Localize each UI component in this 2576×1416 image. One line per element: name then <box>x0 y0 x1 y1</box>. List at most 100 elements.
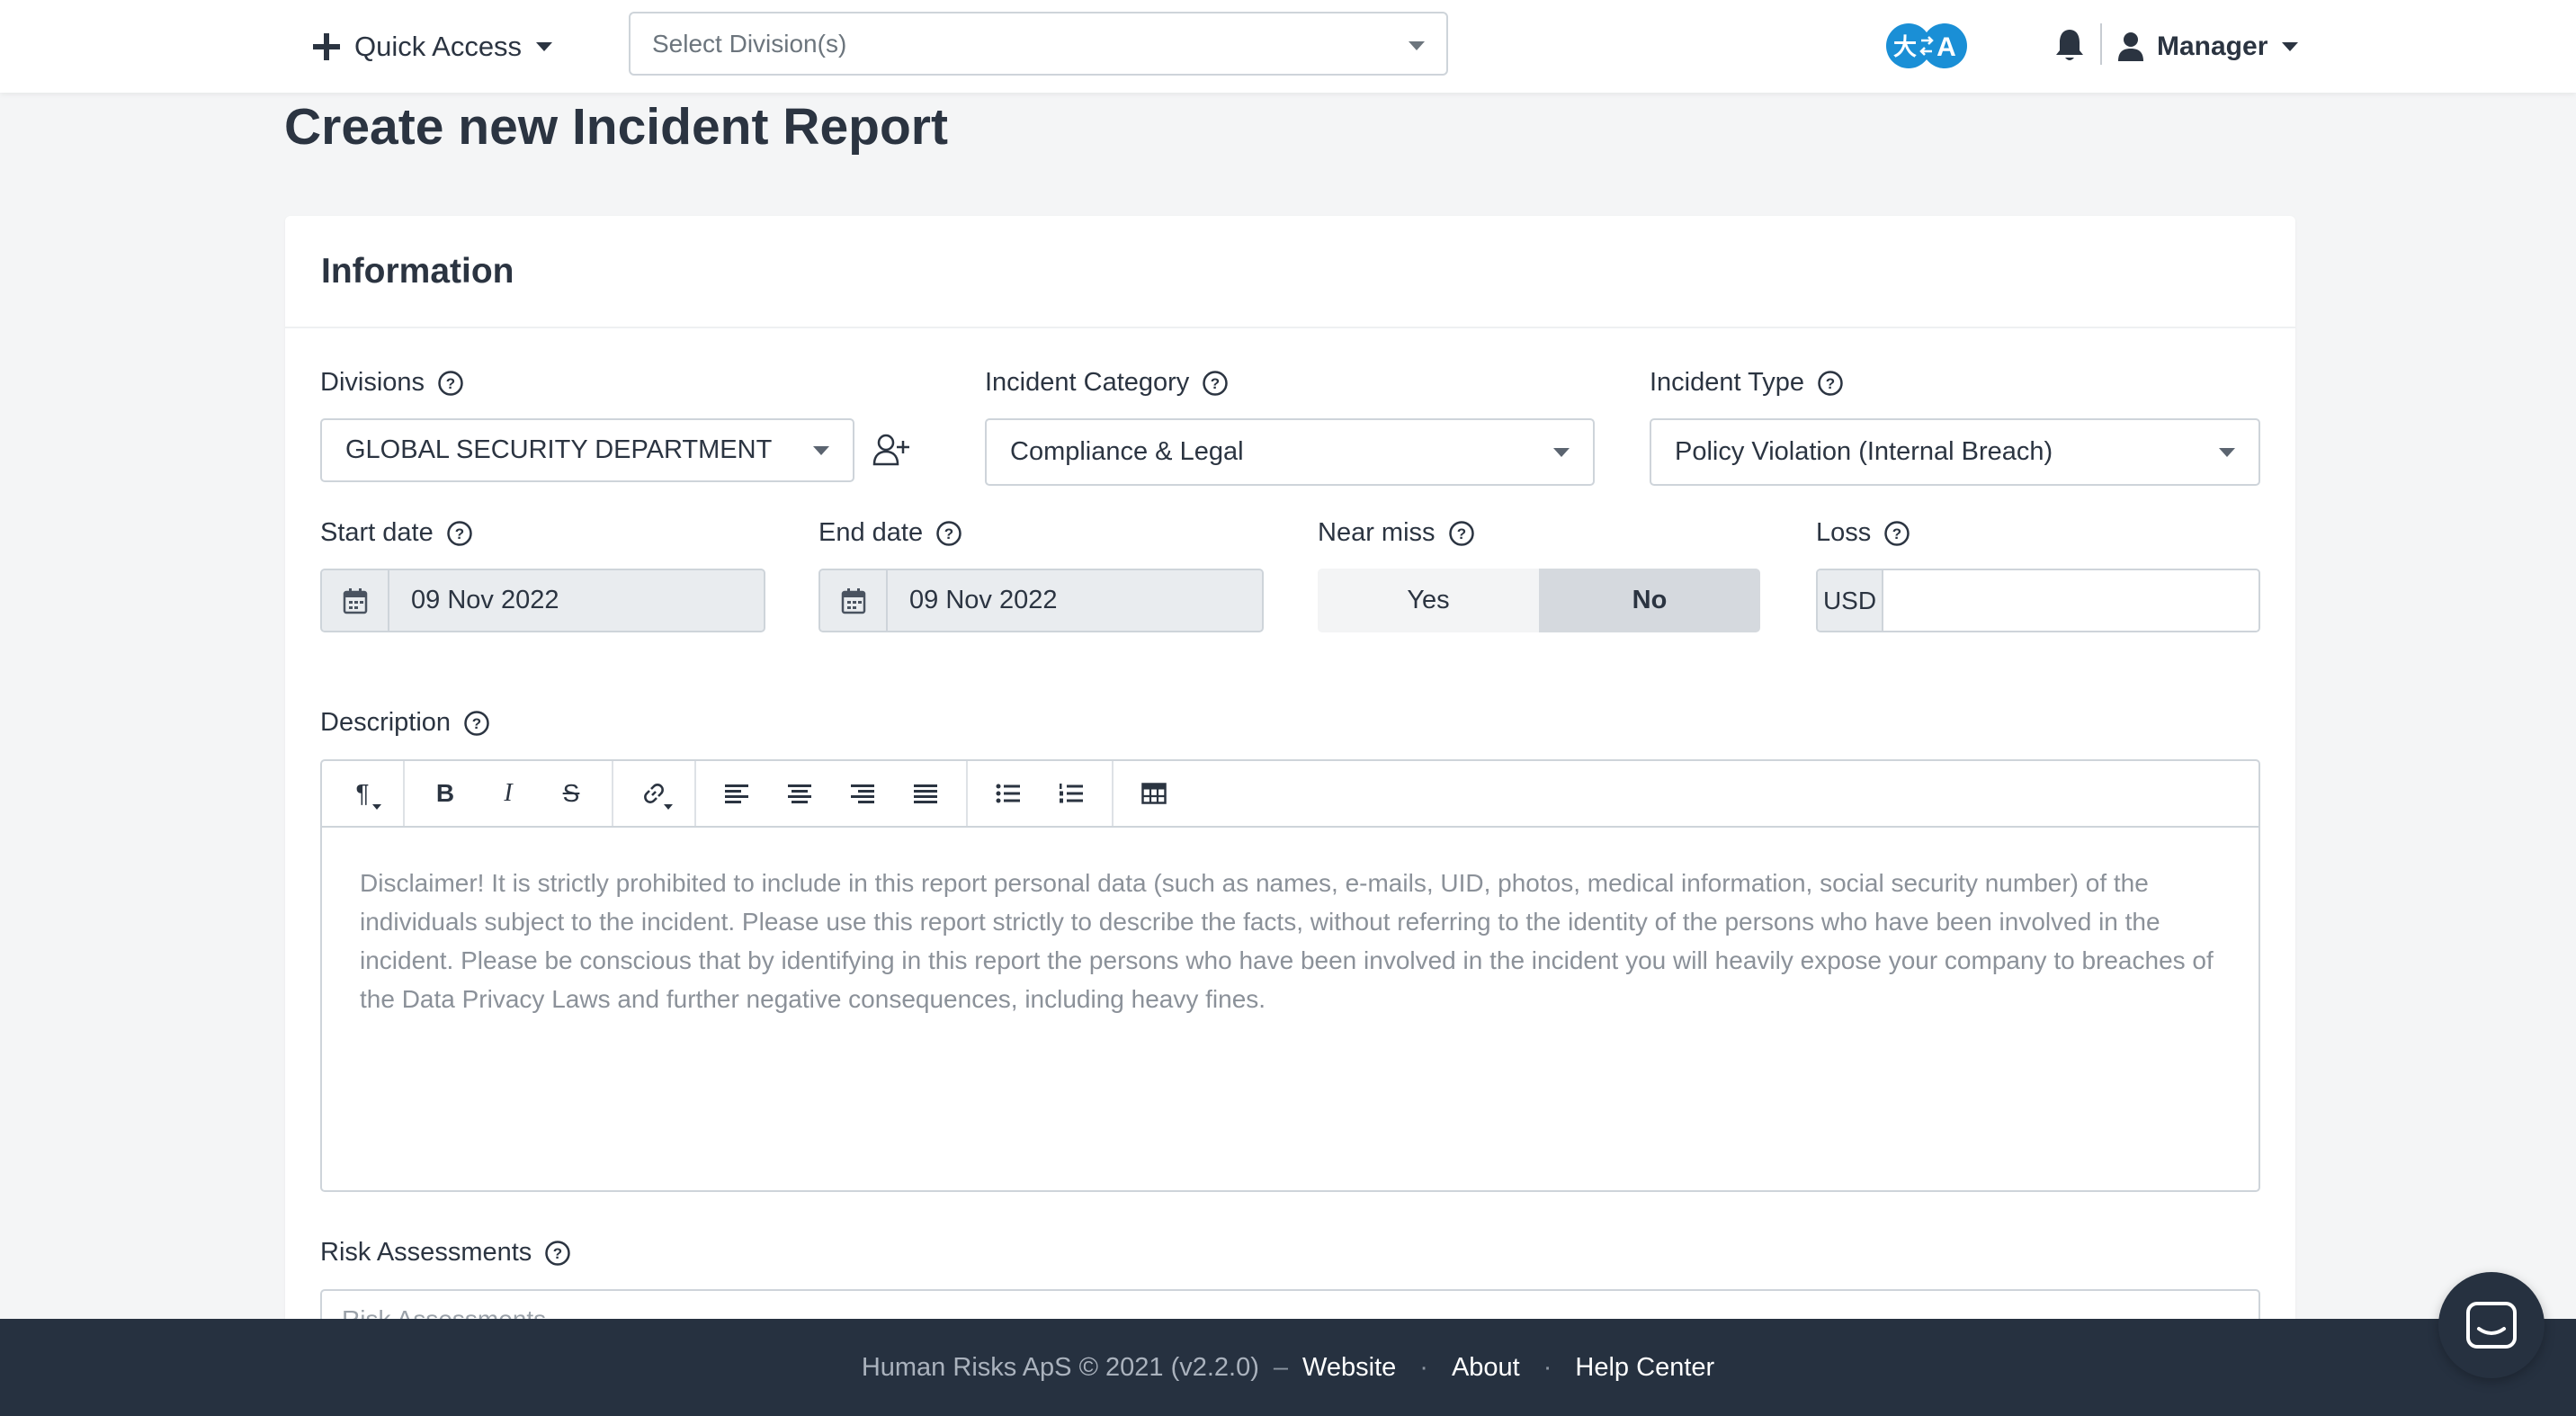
svg-text:?: ? <box>1211 375 1220 392</box>
divisions-select[interactable]: GLOBAL SECURITY DEPARTMENT <box>320 418 854 482</box>
bold-icon: B <box>435 779 455 807</box>
chat-icon[interactable] <box>2438 1272 2545 1378</box>
align-justify-icon <box>914 784 937 803</box>
help-icon[interactable]: ? <box>1817 370 1844 397</box>
bell-icon[interactable] <box>2054 27 2085 63</box>
bullet-list-icon <box>996 784 1020 803</box>
strikethrough-icon: S <box>562 779 580 807</box>
loss-label: Loss ? <box>1816 518 1910 548</box>
bullet-list-button[interactable] <box>977 761 1040 826</box>
calendar-icon <box>322 570 389 631</box>
footer-website-link[interactable]: Website <box>1302 1353 1396 1383</box>
page-title: Create new Incident Report <box>284 98 948 156</box>
svg-text:?: ? <box>1456 525 1465 542</box>
insert-table-button[interactable] <box>1123 761 1185 826</box>
link-icon <box>644 784 664 803</box>
loss-input[interactable] <box>1883 570 2258 631</box>
toolbar-group-link <box>613 761 696 826</box>
table-icon <box>1141 783 1167 804</box>
align-justify-button[interactable] <box>894 761 957 826</box>
paragraph-format-button[interactable]: ¶ <box>331 761 394 826</box>
strikethrough-button[interactable]: S <box>540 761 603 826</box>
help-icon[interactable]: ? <box>1448 520 1475 547</box>
help-icon[interactable]: ? <box>437 370 464 397</box>
bold-button[interactable]: B <box>414 761 477 826</box>
chevron-down-icon <box>664 804 673 810</box>
description-textarea[interactable]: Disclaimer! It is strictly prohibited to… <box>322 828 2258 1054</box>
footer-about-link[interactable]: About <box>1452 1353 1520 1383</box>
risk-assessments-label: Risk Assessments ? <box>320 1238 571 1268</box>
quick-access-label: Quick Access <box>354 31 523 62</box>
help-icon[interactable]: ? <box>463 710 490 737</box>
translate-icon[interactable]: 大 A <box>1885 22 1968 69</box>
near-miss-label: Near miss ? <box>1318 518 1475 548</box>
near-miss-yes-button[interactable]: Yes <box>1318 569 1539 632</box>
link-button[interactable] <box>622 761 685 826</box>
footer-copyright: Human Risks ApS © 2021 (v2.2.0) <box>861 1352 1259 1382</box>
end-date-label: End date ? <box>818 518 962 548</box>
help-icon[interactable]: ? <box>1883 520 1910 547</box>
incident-type-label: Incident Type ? <box>1650 368 1844 398</box>
quick-access-menu[interactable]: Quick Access <box>311 23 553 70</box>
start-date-field[interactable]: 09 Nov 2022 <box>320 569 765 632</box>
toolbar-group-table <box>1114 761 1194 826</box>
chevron-down-icon <box>1553 447 1570 457</box>
svg-text:大: 大 <box>1893 34 1917 61</box>
description-label: Description ? <box>320 708 490 738</box>
user-menu[interactable]: Manager <box>2117 23 2299 70</box>
chevron-down-icon <box>536 42 553 51</box>
section-title: Information <box>285 216 2295 328</box>
currency-prefix: USD <box>1818 570 1883 631</box>
align-right-button[interactable] <box>831 761 894 826</box>
division-select-placeholder: Select Division(s) <box>652 29 847 58</box>
svg-text:?: ? <box>446 375 455 392</box>
divisions-label: Divisions ? <box>320 368 464 398</box>
description-editor: ¶ B I S Disclaimer! It is strictly prohi… <box>320 759 2260 1192</box>
nav-divider <box>2100 23 2102 65</box>
align-right-icon <box>851 784 874 803</box>
svg-text:?: ? <box>472 715 481 732</box>
align-center-button[interactable] <box>768 761 831 826</box>
division-select[interactable]: Select Division(s) <box>629 12 1448 76</box>
footer-help-center-link[interactable]: Help Center <box>1575 1353 1714 1383</box>
help-icon[interactable]: ? <box>544 1240 571 1267</box>
calendar-icon <box>820 570 888 631</box>
svg-text:?: ? <box>553 1245 562 1262</box>
chevron-down-icon <box>813 445 829 455</box>
user-icon <box>2118 32 2143 61</box>
chevron-down-icon <box>1409 41 1425 50</box>
divisions-value: GLOBAL SECURITY DEPARTMENT <box>345 435 773 464</box>
numbered-list-button[interactable] <box>1040 761 1103 826</box>
add-user-icon[interactable] <box>872 434 910 466</box>
italic-icon: I <box>504 779 513 807</box>
near-miss-toggle: Yes No <box>1318 569 1760 632</box>
toolbar-group-paragraph: ¶ <box>322 761 405 826</box>
help-icon[interactable]: ? <box>446 520 473 547</box>
help-icon[interactable]: ? <box>935 520 962 547</box>
chevron-down-icon <box>2282 42 2299 51</box>
footer-separator: · <box>1543 1352 1552 1382</box>
align-left-button[interactable] <box>705 761 768 826</box>
end-date-field[interactable]: 09 Nov 2022 <box>818 569 1264 632</box>
chevron-down-icon <box>372 804 381 810</box>
loss-field: USD <box>1816 569 2260 632</box>
help-icon[interactable]: ? <box>1202 370 1229 397</box>
toolbar-group-text: B I S <box>405 761 613 826</box>
user-name: Manager <box>2157 31 2268 61</box>
align-center-icon <box>788 784 811 803</box>
numbered-list-icon <box>1060 784 1083 803</box>
svg-text:?: ? <box>1892 525 1901 542</box>
toolbar-group-align <box>696 761 968 826</box>
italic-button[interactable]: I <box>477 761 540 826</box>
start-date-label: Start date ? <box>320 518 473 548</box>
start-date-value: 09 Nov 2022 <box>389 570 764 631</box>
editor-toolbar: ¶ B I S <box>322 761 2258 828</box>
svg-text:A: A <box>1936 32 1956 62</box>
top-navbar: Quick Access Select Division(s) 大 A Mana… <box>0 0 2576 93</box>
chevron-down-icon <box>2219 447 2235 457</box>
footer-separator: – <box>1273 1352 1289 1382</box>
incident-category-select[interactable]: Compliance & Legal <box>985 418 1595 486</box>
incident-type-select[interactable]: Policy Violation (Internal Breach) <box>1650 418 2260 486</box>
end-date-value: 09 Nov 2022 <box>888 570 1262 631</box>
near-miss-no-button[interactable]: No <box>1539 569 1760 632</box>
